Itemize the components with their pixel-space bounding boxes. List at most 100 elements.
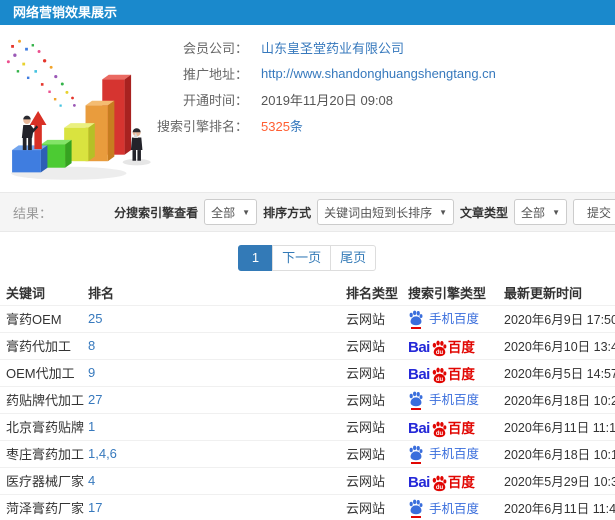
table-row: 膏药OEM 25 云网站 手机百度 Bai bbox=[0, 304, 615, 332]
rank-type-text: 云网站 bbox=[346, 312, 386, 327]
baidu-logo-bai: Bai bbox=[408, 338, 430, 356]
rank-type-cell: 云网站 bbox=[342, 358, 404, 386]
member-company-link[interactable]: 山东皇圣堂药业有限公司 bbox=[261, 38, 404, 57]
page-1-button[interactable]: 1 bbox=[237, 245, 274, 271]
rank-cell: 1 bbox=[84, 412, 342, 440]
company-info-section: 会员公司： 山东皇圣堂药业有限公司 推广地址： http://www.shand… bbox=[0, 25, 615, 192]
rank-type-cell: 云网站 bbox=[342, 385, 404, 413]
chevron-down-icon: ▼ bbox=[242, 207, 251, 217]
baidu-logo-bai: Bai bbox=[408, 473, 430, 491]
updated-text: 2020年5月29日 10:32 bbox=[504, 475, 615, 489]
svg-text:du: du bbox=[436, 349, 444, 355]
keyword-text: 北京膏药贴牌 bbox=[6, 420, 84, 435]
engine-rank-label: 搜索引擎排名： bbox=[156, 118, 248, 134]
baidu-logo: Bai du 百度 bbox=[408, 336, 475, 356]
updated-text: 2020年6月11日 11:18 bbox=[504, 421, 615, 435]
updated-text: 2020年6月11日 11:40 bbox=[504, 502, 615, 517]
keyword-text: 药贴牌代加工 bbox=[6, 393, 84, 408]
baidu-paw-icon: du bbox=[431, 340, 447, 356]
engine-cell: 手机百度 Bai du 百度 bbox=[404, 385, 500, 413]
mobile-baidu-label: 手机百度 bbox=[429, 393, 480, 408]
rank-type-cell: 云网站 bbox=[342, 331, 404, 359]
article-type-select[interactable]: 全部 ▼ bbox=[514, 199, 567, 225]
open-time-row: 开通时间： 2019年11月20日 09:08 bbox=[172, 86, 615, 112]
col-keyword: 关键词 bbox=[6, 286, 46, 302]
rank-link[interactable]: 9 bbox=[88, 365, 95, 380]
baidu-paw-icon bbox=[408, 499, 424, 518]
updated-cell: 2020年5月29日 10:32 bbox=[500, 466, 615, 494]
engine-cell: 百度 Bai du 百度 bbox=[404, 412, 500, 440]
rank-cell: 4 bbox=[84, 466, 342, 494]
rank-type-cell: 云网站 bbox=[342, 412, 404, 440]
last-page-button[interactable]: 尾页 bbox=[330, 245, 377, 271]
table-row: 医疗器械厂家 4 云网站 百度 Bai bbox=[0, 466, 615, 494]
rank-type-cell: 云网站 bbox=[342, 439, 404, 467]
rank-type-text: 云网站 bbox=[346, 339, 386, 354]
mobile-baidu-label: 手机百度 bbox=[429, 501, 480, 516]
mobile-baidu-label: 手机百度 bbox=[429, 312, 480, 327]
svg-text:du: du bbox=[436, 484, 444, 490]
table-row: 北京膏药贴牌 1 云网站 百度 Bai bbox=[0, 412, 615, 440]
results-table-body: 膏药OEM 25 云网站 手机百度 Bai bbox=[0, 304, 615, 520]
engine-cell: 百度 Bai du 百度 bbox=[404, 331, 500, 359]
rank-cell: 8 bbox=[84, 331, 342, 359]
promo-url-label: 推广地址： bbox=[182, 66, 248, 82]
mobile-baidu-badge: 手机百度 bbox=[408, 389, 480, 410]
sort-filter-select[interactable]: 关键词由短到长排序 ▼ bbox=[317, 199, 455, 225]
keyword-text: 医疗器械厂家 bbox=[6, 474, 84, 489]
rank-link[interactable]: 1 bbox=[88, 419, 95, 434]
updated-cell: 2020年6月10日 13:40 bbox=[500, 331, 615, 359]
marketing-results-page: 网络营销效果展示 会员公司： 山东皇圣堂药业有限公司 推广地址： http://… bbox=[0, 0, 615, 520]
updated-text: 2020年6月5日 14:57 bbox=[504, 367, 615, 381]
baidu-logo: Bai du 百度 bbox=[408, 471, 475, 491]
promo-url-link[interactable]: http://www.shandonghuangshengtang.cn bbox=[261, 66, 496, 81]
rank-link[interactable]: 25 bbox=[88, 311, 102, 326]
engine-filter-value: 全部 bbox=[211, 205, 236, 220]
rank-cell: 25 bbox=[84, 304, 342, 332]
3d-growth-chart-image bbox=[6, 39, 151, 180]
mobile-baidu-badge: 手机百度 bbox=[408, 443, 479, 464]
baidu-logo-suffix: 百度 bbox=[447, 474, 475, 490]
rank-count: 5325 bbox=[261, 118, 290, 134]
rank-link[interactable]: 27 bbox=[88, 392, 102, 407]
baidu-paw-icon bbox=[408, 310, 424, 329]
engine-cell: 手机百度 Bai du 百度 bbox=[404, 304, 500, 332]
engine-cell: 百度 Bai du 百度 bbox=[404, 358, 500, 386]
rank-type-text: 云网站 bbox=[346, 366, 386, 381]
rank-link[interactable]: 17 bbox=[88, 500, 102, 515]
rank-type-cell: 云网站 bbox=[342, 493, 404, 520]
next-page-button[interactable]: 下一页 bbox=[272, 245, 332, 271]
rank-type-text: 云网站 bbox=[346, 393, 386, 408]
open-time-label: 开通时间： bbox=[182, 92, 248, 108]
rank-count-suffix[interactable]: 条 bbox=[290, 119, 303, 134]
rank-link[interactable]: 1,4,6 bbox=[88, 446, 117, 461]
updated-cell: 2020年6月5日 14:57 bbox=[500, 358, 615, 386]
updated-cell: 2020年6月18日 10:19 bbox=[500, 439, 615, 467]
col-rank: 排名 bbox=[88, 286, 115, 302]
baidu-paw-icon bbox=[408, 445, 424, 464]
promo-url-row: 推广地址： http://www.shandonghuangshengtang.… bbox=[172, 60, 615, 86]
baidu-paw-icon: du bbox=[431, 367, 447, 383]
col-engine-type: 搜索引擎类型 bbox=[408, 286, 487, 302]
mobile-baidu-badge: 手机百度 bbox=[408, 308, 480, 329]
rank-link[interactable]: 4 bbox=[88, 473, 95, 488]
submit-button[interactable]: 提交 bbox=[572, 199, 615, 225]
article-type-value: 全部 bbox=[521, 205, 546, 220]
svg-text:du: du bbox=[436, 430, 444, 436]
rank-link[interactable]: 8 bbox=[88, 338, 95, 353]
mobile-baidu-badge: 手机百度 bbox=[408, 498, 480, 518]
confetti-dots bbox=[6, 39, 76, 107]
keyword-cell: 膏药OEM bbox=[0, 304, 84, 332]
page-title: 网络营销效果展示 bbox=[0, 0, 615, 25]
keyword-cell: 膏药代加工 bbox=[0, 331, 84, 359]
table-row: 菏泽膏药厂家 17 云网站 手机百度 Bai bbox=[0, 493, 615, 520]
rank-cell: 17 bbox=[84, 493, 342, 520]
rank-cell: 1,4,6 bbox=[84, 439, 342, 467]
keyword-text: OEM代加工 bbox=[6, 366, 75, 381]
updated-text: 2020年6月9日 17:50 bbox=[504, 313, 615, 327]
table-row: 药贴牌代加工 27 云网站 手机百度 Bai bbox=[0, 385, 615, 413]
updated-cell: 2020年6月9日 17:50 bbox=[500, 304, 615, 332]
rank-type-text: 云网站 bbox=[346, 447, 386, 462]
engine-filter-select[interactable]: 全部 ▼ bbox=[204, 199, 258, 225]
member-company-label: 会员公司： bbox=[182, 40, 248, 56]
